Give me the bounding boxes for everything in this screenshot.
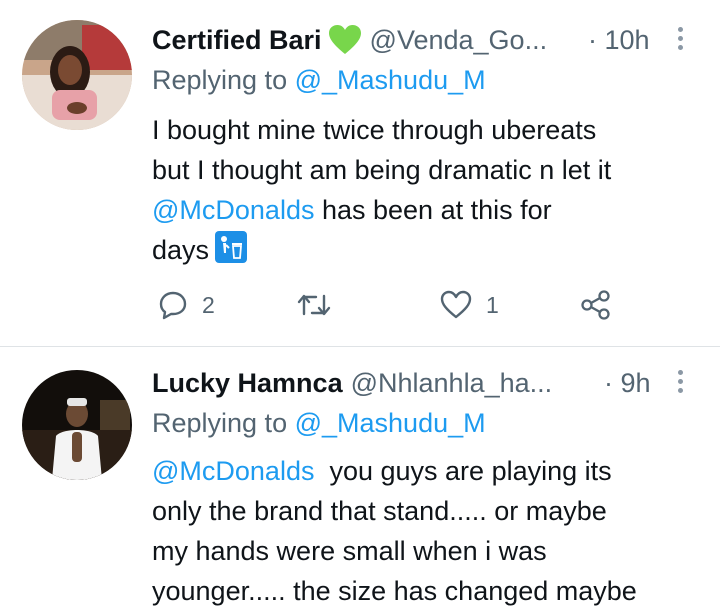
tweet-text-fragment: days	[152, 235, 210, 265]
reply-button[interactable]: 2	[158, 283, 215, 327]
mention-link[interactable]: @McDonalds	[152, 195, 314, 225]
share-button[interactable]	[580, 283, 612, 327]
tweet-text-line: days	[152, 230, 712, 270]
tweet-text-line: but I thought am being dramatic n let it	[152, 155, 612, 185]
tweet-text: @McDonalds you guys are playing its only…	[152, 451, 712, 611]
more-options-icon[interactable]	[678, 27, 684, 54]
like-button[interactable]: 1	[440, 283, 499, 327]
display-name[interactable]: Certified Bari	[152, 25, 322, 56]
avatar-photo	[22, 370, 132, 480]
tweet-text-line: I bought mine twice through ubereats	[152, 115, 597, 145]
user-handle[interactable]: @Venda_Go...	[370, 25, 548, 56]
tweet[interactable]: Certified Bari @Venda_Go... · 10h Replyi…	[0, 0, 720, 345]
replying-to-mention[interactable]: @_Mashudu_M	[295, 65, 486, 95]
more-options-icon[interactable]	[678, 370, 684, 397]
heart-icon	[440, 290, 472, 320]
user-handle[interactable]: @Nhlanhla_ha...	[351, 368, 553, 399]
avatar[interactable]	[22, 370, 132, 480]
tweet-text: I bought mine twice through ubereats but…	[152, 110, 712, 270]
replying-to: Replying to @_Mashudu_M	[152, 408, 486, 439]
mention-link[interactable]: @McDonalds	[152, 456, 314, 486]
avatar-photo	[22, 20, 132, 130]
tweet-text-line: @McDonalds you guys are playing its	[152, 451, 712, 491]
avatar[interactable]	[22, 20, 132, 130]
tweet-text-line: my hands were small when i was	[152, 536, 547, 566]
tweet-text-line: @McDonalds has been at this for	[152, 190, 712, 230]
tweet-actions: 2 1	[0, 283, 720, 327]
timestamp[interactable]: · 9h	[604, 368, 651, 399]
tweet-text-line: younger..... the size has changed maybe	[152, 576, 637, 606]
replying-to-mention[interactable]: @_Mashudu_M	[295, 408, 486, 438]
tweet-text-line: only the brand that stand..... or maybe	[152, 496, 607, 526]
replying-to: Replying to @_Mashudu_M	[152, 65, 486, 96]
share-icon	[580, 289, 612, 321]
litter-bin-icon	[215, 231, 248, 263]
tweet[interactable]: Lucky Hamnca @Nhlanhla_ha... · 9h Replyi…	[0, 347, 720, 606]
green-heart-icon	[328, 25, 362, 55]
tweet-text-fragment: you guys are playing its	[314, 456, 612, 486]
like-count: 1	[486, 291, 499, 318]
retweet-button[interactable]	[296, 283, 332, 327]
tweet-text-fragment: has been at this for	[314, 195, 552, 225]
reply-icon	[158, 290, 188, 320]
replying-to-label: Replying to	[152, 408, 288, 438]
timestamp[interactable]: · 10h	[588, 25, 650, 56]
retweet-icon	[296, 290, 332, 320]
display-name[interactable]: Lucky Hamnca	[152, 368, 343, 399]
reply-count: 2	[202, 291, 215, 318]
replying-to-label: Replying to	[152, 65, 288, 95]
